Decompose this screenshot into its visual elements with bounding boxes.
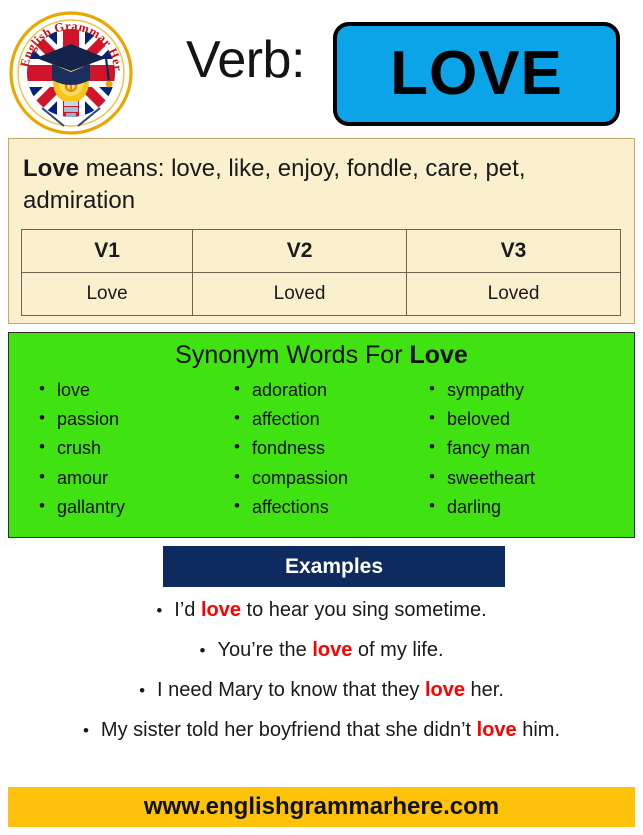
example-highlight: love bbox=[312, 639, 353, 661]
header: English Grammar Here.Com Verb: LOVE bbox=[0, 0, 643, 138]
synonyms-title-prefix: Synonym Words For bbox=[175, 341, 410, 369]
list-item: beloved bbox=[425, 404, 620, 434]
table-cell-v1: Love bbox=[20, 272, 194, 316]
example-after: her. bbox=[464, 679, 504, 701]
list-item: • My sister told her boyfriend that she d… bbox=[0, 720, 643, 740]
footer-bar: www.englishgrammarhere.com bbox=[8, 787, 635, 827]
example-before: I need Mary to know that they bbox=[157, 679, 425, 701]
list-item: gallantry bbox=[35, 492, 230, 522]
examples-header: Examples bbox=[163, 546, 505, 587]
list-item: compassion bbox=[230, 463, 425, 493]
examples-header-label: Examples bbox=[284, 554, 384, 578]
list-item: amour bbox=[35, 463, 230, 493]
synonyms-column-1: love passion crush amour gallantry bbox=[35, 375, 230, 523]
list-item: sweetheart bbox=[425, 463, 620, 493]
example-highlight: love bbox=[476, 719, 517, 741]
table-header-v3: V3 bbox=[406, 229, 621, 273]
list-item: adoration bbox=[230, 375, 425, 405]
synonyms-title-word: Love bbox=[409, 341, 468, 369]
table-header-row: V1 V2 V3 bbox=[20, 229, 621, 273]
table-header-v2: V2 bbox=[192, 229, 408, 273]
examples-list: • I’d love to hear you sing sometime. • Yo… bbox=[0, 600, 643, 760]
list-item: fondness bbox=[230, 433, 425, 463]
synonyms-title: Synonym Words For Love bbox=[9, 333, 634, 370]
list-item: darling bbox=[425, 492, 620, 522]
list-item: love bbox=[35, 375, 230, 405]
verb-forms-table: V1 V2 V3 Love Loved Loved bbox=[20, 229, 621, 316]
meaning-panel: Love means: love, like, enjoy, fondle, c… bbox=[8, 138, 635, 324]
meaning-word: Love bbox=[23, 155, 80, 182]
verb-word: LOVE bbox=[390, 39, 563, 108]
list-item: • I need Mary to know that they love her. bbox=[0, 680, 643, 700]
list-item: • I’d love to hear you sing sometime. bbox=[0, 600, 643, 620]
synonyms-column-3: sympathy beloved fancy man sweetheart da… bbox=[425, 375, 620, 523]
meaning-text: Love means: love, like, enjoy, fondle, c… bbox=[23, 153, 623, 217]
bullet-icon: • bbox=[139, 681, 146, 700]
verb-label: Verb: bbox=[186, 31, 305, 89]
english-grammar-here-badge-icon: English Grammar Here.Com bbox=[6, 8, 136, 138]
example-highlight: love bbox=[424, 679, 465, 701]
website-url: www.englishgrammarhere.com bbox=[143, 793, 500, 820]
bullet-icon: • bbox=[156, 601, 163, 620]
list-item: sympathy bbox=[425, 375, 620, 405]
list-item: passion bbox=[35, 404, 230, 434]
example-after: of my life. bbox=[352, 639, 444, 661]
example-highlight: love bbox=[200, 599, 241, 621]
list-item: • You’re the love of my life. bbox=[0, 640, 643, 660]
synonyms-columns: love passion crush amour gallantry adora… bbox=[9, 370, 634, 523]
example-before: You’re the bbox=[217, 639, 313, 661]
bullet-icon: • bbox=[82, 721, 89, 740]
table-cell-v2: Loved bbox=[192, 272, 408, 316]
example-after: to hear you sing sometime. bbox=[240, 599, 487, 621]
example-before: My sister told her boyfriend that she di… bbox=[100, 719, 477, 741]
table-header-v1: V1 bbox=[20, 229, 194, 273]
list-item: affections bbox=[230, 492, 425, 522]
bullet-icon: • bbox=[199, 641, 206, 660]
list-item: fancy man bbox=[425, 433, 620, 463]
verb-word-badge: LOVE bbox=[333, 22, 620, 126]
synonyms-column-2: adoration affection fondness compassion … bbox=[230, 375, 425, 523]
table-cell-v3: Loved bbox=[406, 272, 621, 316]
synonyms-panel: Synonym Words For Love love passion crus… bbox=[8, 332, 635, 538]
example-before: I’d bbox=[174, 599, 201, 621]
meaning-prefix: means: bbox=[79, 155, 172, 182]
example-after: him. bbox=[516, 719, 561, 741]
list-item: affection bbox=[230, 404, 425, 434]
list-item: crush bbox=[35, 433, 230, 463]
table-row: Love Loved Loved bbox=[20, 272, 621, 316]
